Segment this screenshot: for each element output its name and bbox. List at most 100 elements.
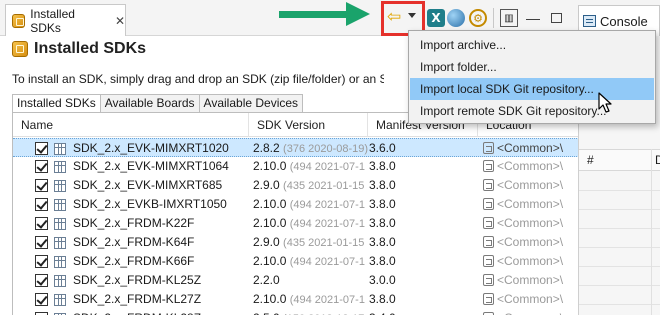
cell-sdk-version: 2.10.0 (494 2021-07-1 [253, 214, 368, 233]
table-row[interactable]: SDK_2.x_FRDM-K66F 2.10.0 (494 2021-07-1 3.… [13, 252, 578, 271]
cell-manifest-version: 3.8.0 [369, 235, 396, 249]
import-back-arrow-icon[interactable]: ⇦ [387, 8, 401, 25]
cell-manifest-version: 3.6.0 [369, 141, 396, 155]
table-row[interactable]: SDK_2.x_EVK-MIMXRT685 2.9.0 (435 2021-01-… [13, 176, 578, 195]
menu-item-import-archive[interactable]: Import archive... [410, 34, 654, 56]
subtab-available-devices[interactable]: Available Devices [198, 94, 304, 113]
cell-name: SDK_2.x_FRDM-KL27Z [73, 292, 202, 306]
cell-name: SDK_2.x_EVK-MIMXRT1020 [73, 141, 229, 155]
chevron-down-icon[interactable] [408, 13, 416, 18]
columns-icon[interactable]: ▥ [500, 9, 518, 27]
sdk-board-icon [54, 143, 66, 155]
sdk-board-icon [54, 256, 66, 268]
subtab-available-boards[interactable]: Available Boards [99, 94, 199, 113]
console-table-header: # D [579, 149, 660, 171]
sdk-version-detail: (494 2021-07-1 [289, 294, 365, 306]
table-row[interactable]: SDK_2.x_FRDM-KL28Z 2.5.0 (150 2018-12-173… [13, 309, 578, 315]
x-app-icon[interactable]: X [427, 9, 445, 27]
location-link-icon [483, 160, 494, 172]
location-text: <Common>\ [497, 159, 564, 173]
cell-name: SDK_2.x_FRDM-KL25Z [73, 273, 202, 287]
cell-sdk-version: 2.10.0 (494 2021-07-1 [253, 290, 368, 309]
sdk-version-number: 2.10.0 [253, 292, 287, 306]
cell-location: <Common>\ [483, 139, 578, 158]
row-checkbox[interactable] [35, 179, 48, 192]
location-text: <Common>\ [497, 273, 564, 287]
cell-location: <Common>\ [483, 176, 578, 195]
row-checkbox[interactable] [35, 198, 48, 211]
close-icon[interactable]: ✕ [115, 14, 125, 28]
location-link-icon [483, 198, 494, 210]
minimize-icon[interactable]: — [524, 9, 542, 27]
page-header: Installed SDKs [12, 40, 146, 58]
console-icon [583, 15, 596, 27]
sdk-board-icon [54, 218, 66, 230]
table-row[interactable]: SDK_2.x_FRDM-KL27Z 2.10.0 (494 2021-07-1 3… [13, 290, 578, 309]
table-row[interactable]: SDK_2.x_FRDM-K22F 2.10.0 (494 2021-07-1 3.… [13, 214, 578, 233]
sdk-version-detail: (494 2021-07-1 [289, 218, 365, 230]
sdk-version-number: 2.10.0 [253, 254, 287, 268]
sdk-board-icon [54, 199, 66, 211]
cell-manifest-version: 3.8.0 [369, 216, 396, 230]
cell-manifest-version: 3.8.0 [369, 254, 396, 268]
table-row[interactable]: SDK_2.x_EVKB-IMXRT1050 2.10.0 (494 2021-0… [13, 195, 578, 214]
globe-icon[interactable] [447, 9, 465, 27]
cell-location: <Common>\ [483, 195, 578, 214]
sdk-version-number: 2.10.0 [253, 216, 287, 230]
location-link-icon [483, 274, 494, 286]
cell-sdk-version: 2.5.0 (150 2018-12-17 [253, 309, 368, 315]
sdk-version-detail: (494 2021-07-1 [289, 161, 365, 173]
table-row[interactable]: SDK_2.x_FRDM-KL25Z 2.2.0 3.0.0 <Common>\ [13, 271, 578, 290]
cell-manifest-version: 3.8.0 [369, 197, 396, 211]
location-link-icon [483, 217, 494, 229]
menu-item-import-folder[interactable]: Import folder... [410, 56, 654, 78]
subtab-installed-sdks[interactable]: Installed SDKs [12, 94, 100, 113]
toolbar-separator [493, 8, 494, 28]
row-checkbox[interactable] [35, 236, 48, 249]
sdk-board-icon [54, 275, 66, 287]
row-checkbox[interactable] [35, 293, 48, 306]
column-header-d[interactable]: D [655, 150, 660, 171]
tab-console-label: Console [600, 13, 648, 29]
cell-manifest-version: 3.0.0 [369, 273, 396, 287]
sdk-version-detail: (376 2020-08-19) [283, 143, 368, 155]
row-checkbox[interactable] [35, 255, 48, 268]
row-checkbox[interactable] [35, 274, 48, 287]
cell-name: SDK_2.x_EVK-MIMXRT1064 [73, 159, 229, 173]
row-checkbox[interactable] [35, 217, 48, 230]
location-text: <Common>\ [497, 311, 563, 315]
cell-manifest-version: 3.8.0 [369, 292, 396, 306]
tab-installed-sdks-label: Installed SDKs [30, 6, 75, 35]
location-text: <Common>\ [497, 141, 564, 155]
column-header-hash[interactable]: # [587, 150, 594, 171]
column-header-name[interactable]: Name [13, 113, 249, 137]
table-row[interactable]: SDK_2.x_EVK-MIMXRT1064 2.10.0 (494 2021-0… [13, 157, 578, 176]
cell-sdk-version: 2.8.2 (376 2020-08-19) [253, 139, 368, 158]
cell-sdk-version: 2.2.0 [253, 271, 368, 290]
cell-sdk-version: 2.10.0 (494 2021-07-1 [253, 252, 368, 271]
sdk-board-icon [54, 161, 66, 173]
cell-sdk-version: 2.10.0 (494 2021-07-1 [253, 195, 368, 214]
location-text: <Common>\ [497, 292, 564, 306]
table-row[interactable]: SDK_2.x_EVK-MIMXRT1020 2.8.2 (376 2020-08… [13, 138, 578, 157]
row-checkbox[interactable] [35, 160, 48, 173]
cell-sdk-version: 2.9.0 (435 2021-01-15 [253, 233, 368, 252]
tab-installed-sdks[interactable]: Installed SDKs ✕ [5, 4, 126, 36]
maximize-icon[interactable] [547, 9, 565, 27]
location-link-icon [483, 142, 494, 154]
menu-item-import-remote-git[interactable]: Import remote SDK Git repository... [410, 100, 654, 122]
cell-location: <Common>\ [483, 290, 578, 309]
cell-location: <Common>\ [483, 157, 578, 176]
menu-item-import-local-git[interactable]: Import local SDK Git repository... [410, 78, 654, 100]
sdk-board-icon [54, 294, 66, 306]
column-header-sdk-version[interactable]: SDK Version [249, 113, 368, 137]
sdk-version-number: 2.10.0 [253, 159, 287, 173]
cell-manifest-version: 3.4.0 [369, 309, 479, 315]
row-checkbox[interactable] [35, 142, 48, 155]
location-text: <Common>\ [497, 216, 564, 230]
gear-icon[interactable]: ⚙ [469, 9, 487, 27]
location-link-icon [483, 179, 494, 191]
cell-name: SDK_2.x_FRDM-K64F [73, 235, 195, 249]
cell-location: <Common>\ [483, 214, 578, 233]
table-row[interactable]: SDK_2.x_FRDM-K64F 2.9.0 (435 2021-01-15 3.… [13, 233, 578, 252]
